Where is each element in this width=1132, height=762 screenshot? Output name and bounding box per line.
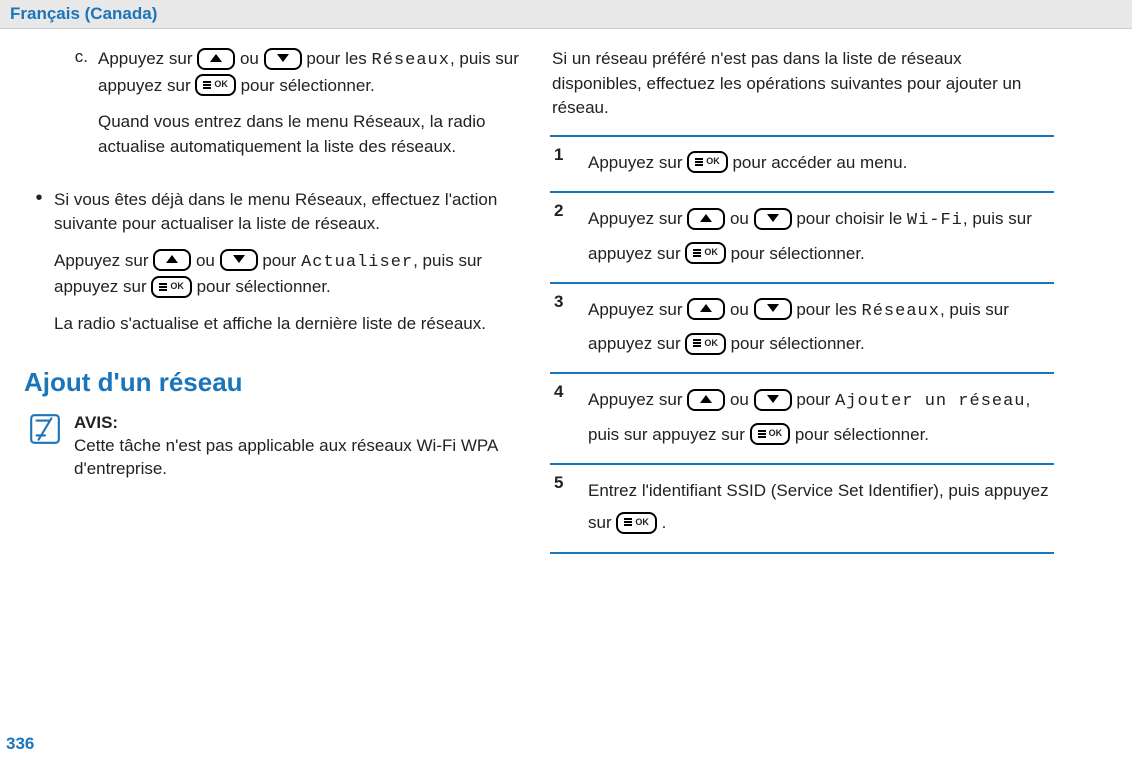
menu-label-reseaux: Réseaux — [372, 51, 450, 70]
step-number: 5 — [550, 464, 584, 553]
ok-button-icon: OK — [687, 151, 728, 173]
ok-button-icon: OK — [151, 276, 192, 298]
down-button-icon — [220, 249, 258, 271]
step-number: 2 — [550, 192, 584, 283]
bullet-p2: Appuyez sur ou pour Actualiser, puis sur… — [54, 249, 530, 300]
content-columns: c. Appuyez sur ou pour les Réseaux, puis… — [0, 29, 1132, 554]
notice-body: Cette tâche n'est pas applicable aux rés… — [74, 435, 530, 481]
bullet-p1: Si vous êtes déjà dans le menu Réseaux, … — [54, 188, 530, 237]
up-button-icon — [197, 48, 235, 70]
right-column: Si un réseau préféré n'est pas dans la l… — [540, 47, 1080, 554]
down-button-icon — [754, 298, 792, 320]
bullet-p3: La radio s'actualise et affiche la derni… — [54, 312, 530, 337]
substep-marker: c. — [24, 47, 98, 172]
menu-label-actualiser: Actualiser — [301, 253, 413, 272]
menu-label-reseaux: Réseaux — [862, 302, 940, 321]
ok-button-icon: OK — [685, 242, 726, 264]
step-number: 3 — [550, 283, 584, 374]
step-text: Appuyez sur ou pour Ajouter un réseau, p… — [588, 384, 1050, 451]
step-text: Entrez l'identifiant SSID (Service Set I… — [588, 475, 1050, 540]
step-text: Appuyez sur ou pour choisir le Wi-Fi, pu… — [588, 203, 1050, 270]
step-text: Appuyez sur OK pour accéder au menu. — [588, 147, 1050, 179]
up-button-icon — [687, 208, 725, 230]
step-text: Appuyez sur ou pour les Réseaux, puis su… — [588, 294, 1050, 361]
page-number: 336 — [6, 734, 34, 754]
section-heading: Ajout d'un réseau — [24, 367, 530, 398]
notice-icon — [28, 412, 62, 450]
left-column: c. Appuyez sur ou pour les Réseaux, puis… — [0, 47, 540, 554]
up-button-icon — [687, 298, 725, 320]
ok-button-icon: OK — [616, 512, 657, 534]
table-row: 2 Appuyez sur ou pour choisir le Wi-Fi, … — [550, 192, 1054, 283]
intro-paragraph: Si un réseau préféré n'est pas dans la l… — [550, 47, 1054, 121]
menu-label-ajouter: Ajouter un réseau — [835, 392, 1025, 411]
menu-label-wifi: Wi-Fi — [907, 211, 963, 230]
steps-table: 1 Appuyez sur OK pour accéder au menu. 2… — [550, 135, 1054, 554]
table-row: 1 Appuyez sur OK pour accéder au menu. — [550, 136, 1054, 192]
down-button-icon — [754, 208, 792, 230]
page-header: Français (Canada) — [0, 0, 1132, 29]
notice-title: AVIS: — [74, 412, 530, 435]
ok-button-icon: OK — [685, 333, 726, 355]
down-button-icon — [264, 48, 302, 70]
down-button-icon — [754, 389, 792, 411]
substep-c: c. Appuyez sur ou pour les Réseaux, puis… — [24, 47, 530, 172]
notice-block: AVIS: Cette tâche n'est pas applicable a… — [28, 412, 530, 481]
table-row: 4 Appuyez sur ou pour Ajouter un réseau,… — [550, 373, 1054, 464]
up-button-icon — [153, 249, 191, 271]
step-number: 1 — [550, 136, 584, 192]
ok-button-icon: OK — [750, 423, 791, 445]
substep-c-paragraph: Quand vous entrez dans le menu Réseaux, … — [98, 110, 530, 159]
table-row: 3 Appuyez sur ou pour les Réseaux, puis … — [550, 283, 1054, 374]
table-row: 5 Entrez l'identifiant SSID (Service Set… — [550, 464, 1054, 553]
up-button-icon — [687, 389, 725, 411]
bullet-item: • Si vous êtes déjà dans le menu Réseaux… — [24, 188, 530, 349]
ok-button-icon: OK — [195, 74, 236, 96]
step-number: 4 — [550, 373, 584, 464]
bullet-marker: • — [24, 188, 54, 349]
substep-c-line1: Appuyez sur ou pour les Réseaux, puis su… — [98, 47, 530, 98]
